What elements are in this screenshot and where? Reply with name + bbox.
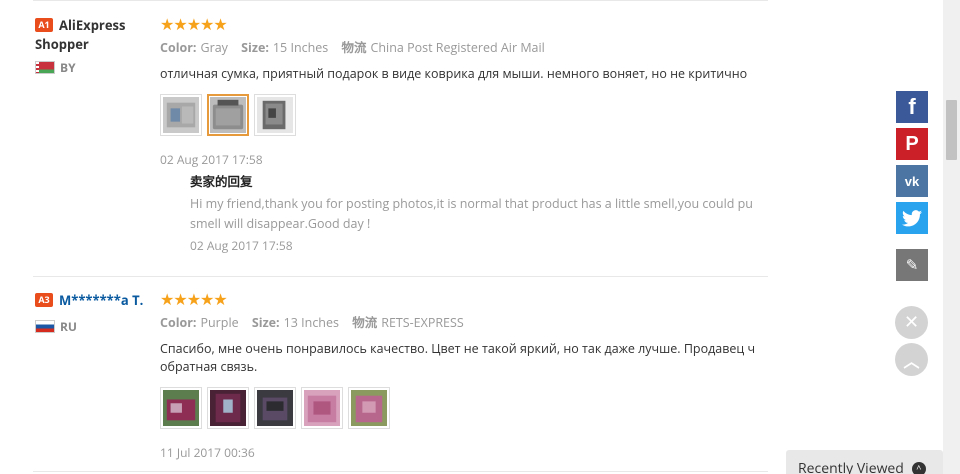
buyer-name-block: A3 M*******a T. bbox=[35, 291, 150, 310]
seller-reply: 卖家的回复 Hi my friend,thank you for posting… bbox=[190, 173, 770, 254]
photo-thumbnail[interactable] bbox=[348, 387, 390, 429]
review-date: 11 Jul 2017 00:36 bbox=[160, 444, 255, 461]
attr-shipping-key: 物流 bbox=[341, 39, 367, 56]
country-code: BY bbox=[60, 59, 76, 76]
bag-photo-image bbox=[257, 390, 293, 426]
review-content: ★★★★★ Color: Purple Size: 13 Inches 物流 RETS… bbox=[160, 291, 770, 461]
attr-size-value: 15 Inches bbox=[272, 39, 329, 56]
review-text: отличная сумка, приятный подарок в виде … bbox=[160, 65, 770, 83]
attr-size-key: Size: bbox=[251, 314, 280, 331]
buyer-level-badge: A3 bbox=[35, 293, 53, 307]
review-text-line: обратная связь. bbox=[160, 358, 258, 375]
russia-flag-icon bbox=[35, 320, 55, 333]
attr-color-value: Gray bbox=[200, 39, 228, 56]
bag-photo-image bbox=[163, 97, 199, 133]
seller-reply-line: smell will disappear.Good day ! bbox=[190, 215, 371, 232]
review-text: Спасибо, мне очень понравилось качество.… bbox=[160, 340, 770, 376]
scrollbar-thumb[interactable] bbox=[946, 100, 957, 160]
bag-photo-image bbox=[210, 390, 246, 426]
review-date: 02 Aug 2017 17:58 bbox=[160, 151, 263, 168]
review-text-line: отличная сумка, приятный подарок в виде … bbox=[160, 65, 748, 82]
attr-color-key: Color: bbox=[160, 39, 197, 56]
rating-stars: ★★★★★ bbox=[160, 13, 228, 35]
country-code: RU bbox=[60, 318, 77, 335]
rating-stars: ★★★★★ bbox=[160, 288, 228, 310]
recently-viewed-tab[interactable]: Recently Viewed ^ bbox=[786, 450, 943, 474]
vk-icon: vk bbox=[904, 173, 920, 189]
attr-size-value: 13 Inches bbox=[283, 314, 339, 331]
seller-reply-date: 02 Aug 2017 17:58 bbox=[190, 237, 293, 254]
bag-photo-image bbox=[210, 97, 246, 133]
belarus-flag-icon bbox=[35, 61, 55, 74]
attr-color-key: Color: bbox=[160, 314, 197, 331]
pinterest-icon: P bbox=[905, 132, 919, 155]
photo-thumbnail[interactable] bbox=[254, 94, 296, 136]
close-float-button[interactable]: ✕ bbox=[895, 306, 928, 339]
twitter-share-button[interactable] bbox=[896, 202, 928, 234]
attr-color-value: Purple bbox=[200, 314, 239, 331]
photo-thumbnail[interactable] bbox=[254, 387, 296, 429]
buyer-country: RU bbox=[35, 320, 150, 334]
attr-shipping-value: China Post Registered Air Mail bbox=[370, 39, 545, 56]
photo-thumbnail[interactable] bbox=[160, 94, 202, 136]
page: A1 AliExpress Shopper BY ★★★★★ Color: Gray… bbox=[0, 0, 960, 474]
review-divider bbox=[33, 471, 768, 472]
scrollbar-track[interactable] bbox=[943, 0, 960, 474]
order-attributes: Color: Gray Size: 15 Inches 物流 China Post R… bbox=[160, 39, 770, 57]
buyer-level-badge: A1 bbox=[35, 18, 53, 32]
bag-photo-image bbox=[163, 390, 199, 426]
chevron-up-icon: ︿ bbox=[903, 351, 920, 371]
buyer-info: A3 M*******a T. RU bbox=[35, 291, 150, 334]
vk-share-button[interactable]: vk bbox=[896, 165, 928, 197]
photo-thumbnail[interactable] bbox=[207, 387, 249, 429]
pencil-icon: ✎ bbox=[905, 257, 919, 274]
edit-button[interactable]: ✎ bbox=[896, 249, 928, 281]
photo-thumbnail[interactable] bbox=[160, 387, 202, 429]
photo-thumbnail[interactable] bbox=[301, 387, 343, 429]
photo-thumbnails bbox=[160, 94, 770, 136]
review-text-line: Спасибо, мне очень понравилось качество.… bbox=[160, 340, 756, 357]
buyer-name[interactable]: M*******a T. bbox=[59, 291, 143, 309]
photo-thumbnails bbox=[160, 387, 770, 429]
twitter-icon bbox=[902, 209, 922, 226]
chevron-up-icon: ^ bbox=[911, 462, 926, 474]
photo-thumbnail-selected[interactable] bbox=[207, 94, 249, 136]
buyer-info: A1 AliExpress Shopper BY bbox=[35, 16, 150, 75]
order-attributes: Color: Purple Size: 13 Inches 物流 RETS-EXPRE… bbox=[160, 314, 770, 332]
recently-viewed-label: Recently Viewed bbox=[798, 459, 904, 474]
bag-photo-image bbox=[304, 390, 340, 426]
facebook-share-button[interactable]: f bbox=[896, 91, 928, 123]
close-icon: ✕ bbox=[903, 312, 920, 333]
seller-reply-title: 卖家的回复 bbox=[190, 173, 253, 190]
back-to-top-button[interactable]: ︿ bbox=[895, 343, 928, 376]
bag-photo-image bbox=[351, 390, 387, 426]
attr-size-key: Size: bbox=[241, 39, 269, 56]
seller-reply-line: Hi my friend,thank you for posting photo… bbox=[190, 195, 753, 212]
pinterest-share-button[interactable]: P bbox=[896, 128, 928, 160]
buyer-name-block: A1 AliExpress Shopper bbox=[35, 16, 150, 54]
top-divider bbox=[33, 0, 768, 1]
review-divider bbox=[33, 276, 768, 277]
buyer-country: BY bbox=[35, 61, 150, 75]
attr-shipping-key: 物流 bbox=[352, 314, 378, 331]
facebook-icon: f bbox=[908, 94, 916, 119]
review-content: ★★★★★ Color: Gray Size: 15 Inches 物流 China … bbox=[160, 16, 770, 168]
bag-photo-image bbox=[257, 97, 293, 133]
attr-shipping-value: RETS-EXPRESS bbox=[381, 314, 464, 331]
seller-reply-text: Hi my friend,thank you for posting photo… bbox=[190, 194, 770, 234]
